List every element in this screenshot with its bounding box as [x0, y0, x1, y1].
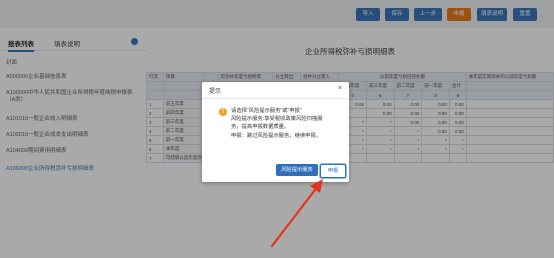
warning-icon: !: [219, 108, 227, 116]
close-icon[interactable]: ×: [338, 85, 342, 92]
dialog-line: 务，提高申报数据质量。: [231, 124, 290, 131]
dialog-message: 请选择“风险提示服务”或“申报” 风险提示服务:享受税收政策风险扫描服 务，提高…: [231, 107, 343, 140]
risk-alert-service-button[interactable]: 风险提示服务: [276, 164, 318, 176]
prompt-dialog: 提示 × ! 请选择“风险提示服务”或“申报” 风险提示服务:享受税收政策风险扫…: [202, 82, 349, 182]
dialog-line: 申报：跳过风险提示服务，继续申报。: [231, 132, 322, 139]
dialog-line: 风险提示服务:享受税收政策风险扫描服: [231, 116, 323, 123]
dialog-header: 提示 ×: [202, 82, 349, 99]
dialog-title: 提示: [209, 89, 222, 95]
dialog-line: 请选择“风险提示服务”或“申报”: [231, 108, 302, 114]
submit-button[interactable]: 申报: [320, 164, 346, 178]
